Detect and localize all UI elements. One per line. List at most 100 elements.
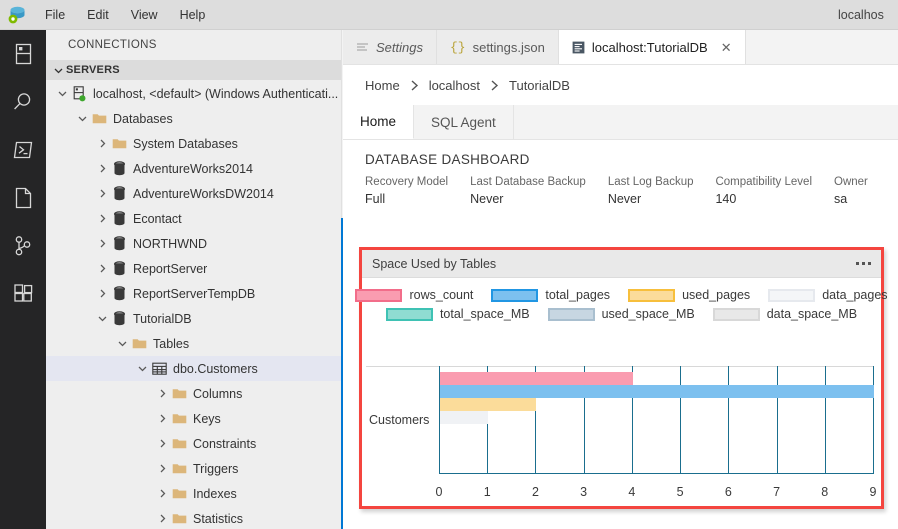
legend-item[interactable]: data_pages: [768, 288, 887, 302]
database-dashboard: DATABASE DASHBOARD Recovery ModelFullLas…: [343, 140, 898, 206]
activity-item-extensions[interactable]: [0, 270, 46, 318]
editor-tab-label: localhost:TutorialDB: [592, 40, 708, 55]
x-tick-label: 7: [773, 485, 780, 499]
breadcrumb-item-tutorialdb[interactable]: TutorialDB: [509, 78, 570, 93]
activity-item-servers[interactable]: [0, 30, 46, 78]
legend-row: rows_count total_pages used_pages data_page…: [346, 288, 896, 302]
chevron-right-icon: [154, 411, 170, 427]
chevron-down-icon: [94, 311, 110, 327]
menu-edit[interactable]: Edit: [76, 4, 120, 26]
window-title: localhos: [838, 8, 898, 22]
tab-home[interactable]: Home: [343, 105, 414, 139]
legend-swatch: [355, 289, 402, 302]
activity-item-terminal[interactable]: [0, 126, 46, 174]
tree-item-label: AdventureWorks2014: [133, 162, 253, 176]
tree-item[interactable]: ReportServerTempDB: [46, 281, 341, 306]
x-tick-label: 9: [870, 485, 877, 499]
chevron-right-icon: [480, 79, 509, 92]
property-value: Never: [608, 192, 694, 206]
tree-item[interactable]: NORTHWND: [46, 231, 341, 256]
tree-item-label: ReportServer: [133, 262, 207, 276]
folder-icon: [170, 387, 188, 400]
chevron-right-icon: [154, 386, 170, 402]
breadcrumb-item-home[interactable]: Home: [365, 78, 400, 93]
editor-tab[interactable]: localhost:TutorialDB ✕: [559, 30, 746, 64]
tree-item[interactable]: dbo.Customers: [46, 356, 341, 381]
legend-item[interactable]: used_pages: [628, 288, 750, 302]
chart-bar[interactable]: [440, 372, 633, 385]
dashboard-icon: [572, 41, 585, 54]
property-key: Last Database Backup: [470, 176, 586, 188]
chevron-right-icon: [94, 161, 110, 177]
tree-item[interactable]: localhost, <default> (Windows Authentica…: [46, 81, 341, 106]
menu-file[interactable]: File: [34, 4, 76, 26]
chart-bar[interactable]: [440, 411, 488, 424]
tree-item[interactable]: Constraints: [46, 431, 341, 456]
tree-item[interactable]: System Databases: [46, 131, 341, 156]
legend-swatch: [491, 289, 538, 302]
x-tick-label: 5: [677, 485, 684, 499]
property-value: sa: [834, 192, 868, 206]
activity-item-file[interactable]: [0, 174, 46, 222]
ellipsis-icon[interactable]: [856, 262, 871, 265]
tree-item-label: Econtact: [133, 212, 182, 226]
x-axis: [439, 473, 873, 474]
legend-label: data_space_MB: [767, 307, 857, 321]
chart-bar[interactable]: [440, 385, 874, 398]
tree-item-label: localhost, <default> (Windows Authentica…: [93, 87, 338, 101]
menu-help[interactable]: Help: [169, 4, 217, 26]
folder-icon: [130, 337, 148, 350]
legend-label: total_pages: [545, 288, 610, 302]
legend-item[interactable]: rows_count: [355, 288, 473, 302]
dashboard-property: Last Log Backup Never: [608, 176, 694, 206]
tree-item[interactable]: Keys: [46, 406, 341, 431]
tree-item[interactable]: ReportServer: [46, 256, 341, 281]
tree-item[interactable]: Indexes: [46, 481, 341, 506]
breadcrumb-item-localhost[interactable]: localhost: [429, 78, 480, 93]
tree-item[interactable]: Triggers: [46, 456, 341, 481]
tree-item-label: NORTHWND: [133, 237, 207, 251]
dashboard-property: Owner sa: [834, 176, 868, 206]
tab-sql-agent[interactable]: SQL Agent: [414, 105, 514, 139]
tree-item[interactable]: Econtact: [46, 206, 341, 231]
breadcrumb: Home localhost TutorialDB: [343, 65, 898, 105]
editor-tab-label: Settings: [376, 40, 423, 55]
editor-tab[interactable]: {}settings.json: [437, 30, 559, 64]
chevron-right-icon: [400, 79, 429, 92]
activity-item-source-control[interactable]: [0, 222, 46, 270]
chevron-right-icon: [94, 261, 110, 277]
menu-view[interactable]: View: [120, 4, 169, 26]
tree-item-label: Statistics: [193, 512, 243, 526]
legend-item[interactable]: data_space_MB: [713, 307, 857, 321]
legend-item[interactable]: used_space_MB: [548, 307, 695, 321]
sidebar-section-servers[interactable]: SERVERS: [46, 60, 341, 80]
editor-tab-label: settings.json: [473, 40, 545, 55]
tree-item[interactable]: Tables: [46, 331, 341, 356]
x-tick-label: 1: [484, 485, 491, 499]
tree-item[interactable]: AdventureWorksDW2014: [46, 181, 341, 206]
azure-data-studio-logo-icon: [6, 4, 28, 26]
activity-item-search[interactable]: [0, 78, 46, 126]
tree-item-label: Constraints: [193, 437, 256, 451]
tree-item[interactable]: TutorialDB: [46, 306, 341, 331]
chart-bar[interactable]: [440, 398, 536, 411]
servers-icon: [13, 42, 34, 66]
legend-label: total_space_MB: [440, 307, 530, 321]
legend-item[interactable]: total_space_MB: [386, 307, 530, 321]
close-icon[interactable]: ✕: [721, 41, 732, 54]
tree-item[interactable]: Statistics: [46, 506, 341, 529]
property-key: Compatibility Level: [715, 176, 812, 188]
tree-item-label: Columns: [193, 387, 242, 401]
chart-plot: 0123456789Customers: [362, 364, 881, 506]
editor-tab[interactable]: Settings: [343, 30, 437, 64]
legend-item[interactable]: total_pages: [491, 288, 610, 302]
tree-item[interactable]: AdventureWorks2014: [46, 156, 341, 181]
search-icon: [11, 90, 35, 114]
dashboard-property: Recovery ModelFull: [365, 176, 448, 206]
property-key: Owner: [834, 176, 868, 188]
tree-item[interactable]: Databases: [46, 106, 341, 131]
property-key: Last Log Backup: [608, 176, 694, 188]
dashboard-property: Last Database BackupNever: [470, 176, 586, 206]
tree-item[interactable]: Columns: [46, 381, 341, 406]
chevron-right-icon: [94, 186, 110, 202]
